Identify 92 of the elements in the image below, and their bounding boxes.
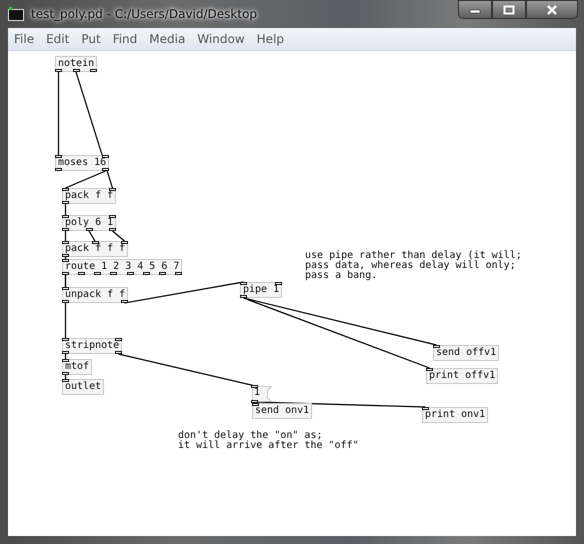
outlet-port: [109, 228, 116, 231]
outlet-port: [110, 272, 118, 275]
outlet-port: [86, 228, 92, 231]
inlet-port: [422, 407, 429, 410]
inlet-port: [62, 338, 69, 341]
menu-item[interactable]: Find: [106, 32, 144, 46]
inlet-port: [433, 345, 440, 348]
object-box[interactable]: unpack f f: [62, 287, 128, 303]
menu-item[interactable]: Media: [143, 32, 192, 46]
outlet-port: [175, 272, 182, 275]
inlet-port: [251, 385, 258, 388]
object-text: send offv1: [435, 347, 496, 358]
close-icon: [546, 4, 558, 14]
object-text: pipe 1: [242, 284, 280, 295]
inlet-port: [109, 188, 116, 191]
outlet-port: [55, 168, 62, 171]
inlet-port: [426, 368, 433, 371]
outlet-port: [142, 272, 150, 275]
inlet-port: [62, 379, 69, 382]
inlet-port: [62, 241, 69, 244]
object-text: unpack f f: [64, 289, 126, 300]
object-box[interactable]: moses 16: [55, 155, 109, 171]
object-box[interactable]: notein: [55, 56, 97, 72]
inlet-port: [62, 259, 69, 262]
inlet-port: [92, 241, 98, 244]
object-box[interactable]: poly 6 1: [62, 215, 116, 231]
object-box[interactable]: outlet: [62, 379, 104, 395]
object-box[interactable]: print onv1: [422, 407, 488, 423]
inlet-port: [62, 215, 69, 218]
menu-item[interactable]: Edit: [40, 32, 76, 46]
app-icon: [8, 7, 24, 21]
object-text: send onv1: [254, 405, 310, 416]
object-text: notein: [57, 58, 94, 69]
outlet-port: [62, 228, 69, 231]
inlet-port: [240, 282, 247, 285]
object-text: poly 6 1: [64, 217, 114, 228]
outlet-port: [62, 272, 69, 275]
outlet-port: [240, 295, 247, 298]
outlet-port: [62, 201, 69, 204]
comment: don't delay the "on" as; it will arrive after the "off": [178, 431, 359, 451]
outlet-port: [102, 168, 109, 171]
inlet-port: [109, 215, 116, 218]
menu-item[interactable]: File: [8, 32, 40, 46]
maximize-button[interactable]: [492, 0, 526, 19]
outlet-port: [126, 272, 134, 275]
minimize-button[interactable]: [458, 0, 492, 19]
object-box[interactable]: mtof: [62, 359, 92, 375]
menu-item[interactable]: Help: [250, 32, 290, 46]
object-box[interactable]: route 1 2 3 4 5 6 7: [62, 259, 182, 275]
inlet-port: [252, 403, 259, 406]
outlet-port: [62, 254, 69, 257]
inlet-port: [121, 241, 128, 244]
inlet-port: [62, 359, 69, 362]
object-box[interactable]: pipe 1: [240, 282, 282, 298]
inlet-port: [55, 155, 62, 158]
object-box[interactable]: print offv1: [426, 368, 498, 384]
inlet-port: [275, 282, 282, 285]
inlet-port: [102, 155, 109, 158]
outlet-port: [62, 372, 69, 375]
message-box[interactable]: 1: [252, 386, 272, 402]
outlet-port: [55, 69, 62, 72]
outlet-port: [72, 69, 80, 72]
maximize-icon: [503, 4, 515, 14]
inlet-port: [115, 338, 122, 341]
object-text: route 1 2 3 4 5 6 7: [64, 261, 180, 272]
outlet-port: [78, 272, 86, 275]
message-text: 1: [253, 387, 260, 398]
menu-item[interactable]: Put: [75, 32, 107, 46]
object-text: stripnote: [64, 340, 120, 351]
object-box[interactable]: stripnote: [62, 338, 122, 354]
outlet-port: [62, 351, 69, 354]
outlet-port: [94, 272, 102, 275]
object-text: moses 16: [57, 157, 106, 168]
object-text: print onv1: [424, 409, 486, 420]
patch-cord: [88, 230, 96, 242]
object-box[interactable]: send offv1: [433, 345, 499, 361]
outlet-port: [121, 300, 128, 303]
patch-cord: [112, 230, 125, 242]
object-text: mtof: [64, 361, 90, 372]
object-text: outlet: [64, 381, 102, 392]
menu-item[interactable]: Window: [191, 32, 251, 46]
comment: use pipe rather than delay (it will; pass data, whereas delay will only; pass a bang.: [305, 251, 522, 281]
close-button[interactable]: [526, 0, 578, 19]
inlet-port: [62, 188, 69, 191]
outlet-port: [62, 300, 69, 303]
outlet-port: [158, 272, 166, 275]
outlet-port: [115, 351, 122, 354]
outlet-port: [90, 69, 97, 72]
object-text: print offv1: [428, 370, 496, 381]
outlet-port: [251, 400, 258, 403]
window-title: test_poly.pd - C:/Users/David/Desktop: [31, 7, 258, 21]
inlet-port: [62, 287, 69, 290]
